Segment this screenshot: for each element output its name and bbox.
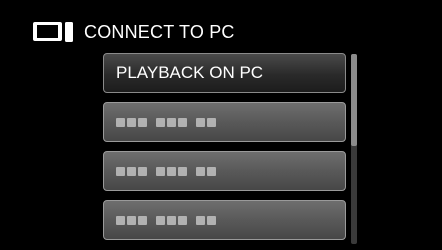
menu-item-label: PLAYBACK ON PC xyxy=(116,63,264,82)
disabled-menu-item xyxy=(103,102,346,142)
obscured-label xyxy=(116,117,216,127)
page-title: CONNECT TO PC xyxy=(84,21,235,42)
menu-header: CONNECT TO PC xyxy=(32,18,235,46)
camera-lcd-screen: CONNECT TO PC PLAYBACK ON PC xyxy=(0,0,442,250)
scrollbar-thumb[interactable] xyxy=(351,54,357,146)
obscured-label xyxy=(116,166,216,176)
disabled-menu-item xyxy=(103,151,346,191)
scrollbar[interactable] xyxy=(351,54,357,244)
obscured-label xyxy=(116,215,216,225)
connect-to-pc-icon xyxy=(33,22,73,42)
disabled-menu-item xyxy=(103,200,346,240)
playback-on-pc-button[interactable]: PLAYBACK ON PC xyxy=(103,53,346,93)
